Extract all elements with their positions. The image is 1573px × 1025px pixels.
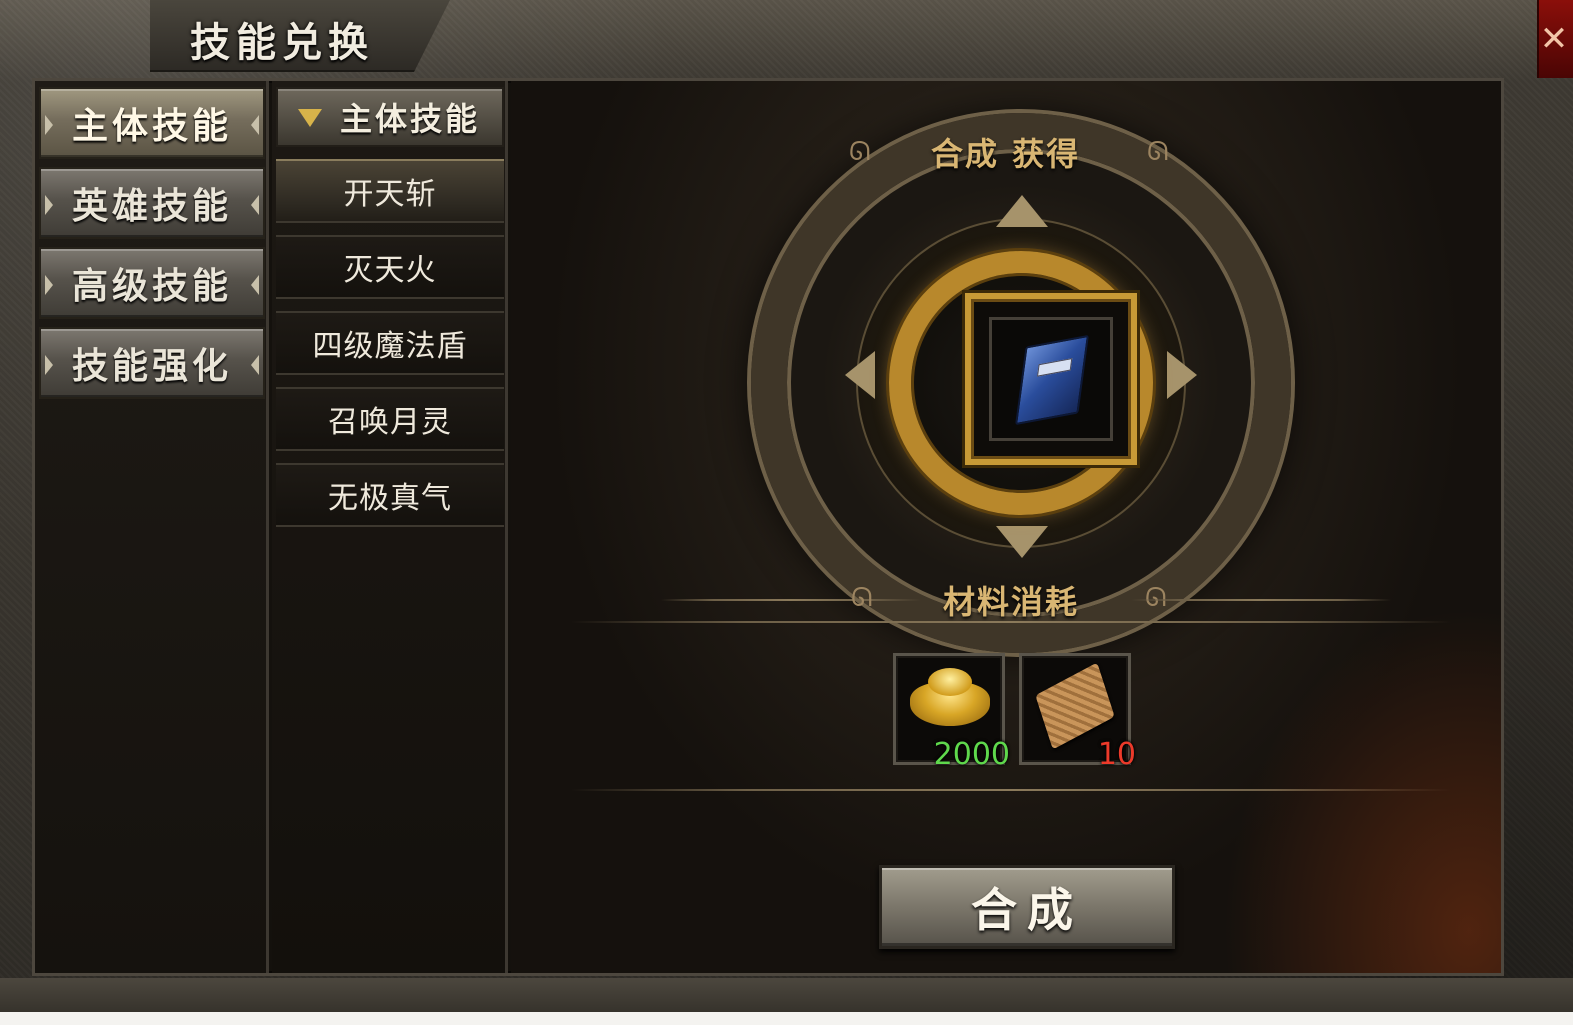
- category-label: 技能强化: [71, 346, 232, 387]
- skill-item-label: 开天斩: [343, 177, 437, 212]
- craft-area: ᘏ 合成 获得 ᘏ ᘏ 材料消耗 ᘏ 2000 10 合成: [511, 81, 1501, 973]
- skill-item-label: 四级魔法盾: [312, 329, 468, 364]
- arrow-left-icon: [45, 195, 53, 215]
- category-tab-main-skills[interactable]: 主体技能: [39, 87, 265, 159]
- skill-item-label: 无极真气: [328, 481, 452, 516]
- triangle-down-icon: [298, 109, 322, 127]
- close-icon: ✕: [1539, 19, 1569, 59]
- skill-list-column: 主体技能 开天斩 灭天火 四级魔法盾 召唤月灵 无极真气: [272, 81, 508, 973]
- skill-item-summon-moon-spirit[interactable]: 召唤月灵: [276, 387, 504, 451]
- swirl-ornament-icon: ᘏ: [849, 137, 871, 167]
- swirl-ornament-icon: ᘏ: [851, 583, 873, 613]
- arrow-right-icon: [251, 195, 259, 215]
- diamond-ornament-right: [1167, 351, 1197, 399]
- blue-skill-book-icon: [1015, 334, 1089, 426]
- material-count: 10: [1097, 737, 1136, 772]
- gold-ingot-icon: [910, 668, 990, 726]
- material-slot-scroll[interactable]: 10: [1019, 653, 1136, 772]
- result-item-frame[interactable]: [965, 293, 1137, 465]
- arrow-right-icon: [251, 115, 259, 135]
- skill-item-wuji-zhenqi[interactable]: 无极真气: [276, 463, 504, 527]
- skill-list-header-label: 主体技能: [340, 100, 481, 138]
- divider: [1131, 599, 1391, 601]
- diamond-ornament-bottom: [996, 526, 1048, 558]
- diamond-ornament-left: [845, 351, 875, 399]
- background-strip: [0, 1012, 1573, 1025]
- category-label: 主体技能: [71, 106, 232, 147]
- arrow-right-icon: [251, 275, 259, 295]
- skill-item-kaitianzhan[interactable]: 开天斩: [276, 159, 504, 223]
- arrow-left-icon: [45, 355, 53, 375]
- craft-button[interactable]: 合成: [879, 865, 1175, 949]
- divider: [571, 621, 1451, 623]
- skill-list-header[interactable]: 主体技能: [276, 87, 504, 147]
- arrow-right-icon: [251, 355, 259, 375]
- materials-label: 材料消耗: [943, 583, 1080, 621]
- result-item-slot[interactable]: [989, 317, 1113, 441]
- skill-item-mietianhuo[interactable]: 灭天火: [276, 235, 504, 299]
- swirl-ornament-icon: ᘏ: [1147, 137, 1169, 167]
- category-label: 英雄技能: [71, 186, 232, 227]
- close-button[interactable]: ✕: [1537, 0, 1573, 78]
- window-title: 技能兑换: [190, 20, 374, 66]
- content-panel: 主体技能 英雄技能 高级技能 技能强化 主体技能 开天斩 灭天火 四级魔法盾 召…: [32, 78, 1504, 976]
- material-count: 2000: [933, 737, 1010, 772]
- arrow-left-icon: [45, 275, 53, 295]
- category-tab-hero-skills[interactable]: 英雄技能: [39, 167, 265, 239]
- material-slot-gold[interactable]: 2000: [893, 653, 1010, 772]
- skill-exchange-window: 技能兑换 ✕ 主体技能 英雄技能 高级技能 技能强化 主体技能 开天斩 灭天火 …: [0, 0, 1573, 1025]
- result-label: 合成 获得: [931, 135, 1081, 173]
- category-label: 高级技能: [71, 266, 232, 307]
- diamond-ornament-top: [996, 195, 1048, 227]
- arrow-left-icon: [45, 115, 53, 135]
- category-column: 主体技能 英雄技能 高级技能 技能强化: [35, 81, 269, 973]
- skill-item-magic-shield-4[interactable]: 四级魔法盾: [276, 311, 504, 375]
- skill-item-label: 灭天火: [343, 253, 437, 288]
- category-tab-skill-enhance[interactable]: 技能强化: [39, 327, 265, 399]
- category-tab-advanced-skills[interactable]: 高级技能: [39, 247, 265, 319]
- divider: [661, 599, 921, 601]
- divider: [571, 789, 1451, 791]
- skill-item-label: 召唤月灵: [328, 405, 452, 440]
